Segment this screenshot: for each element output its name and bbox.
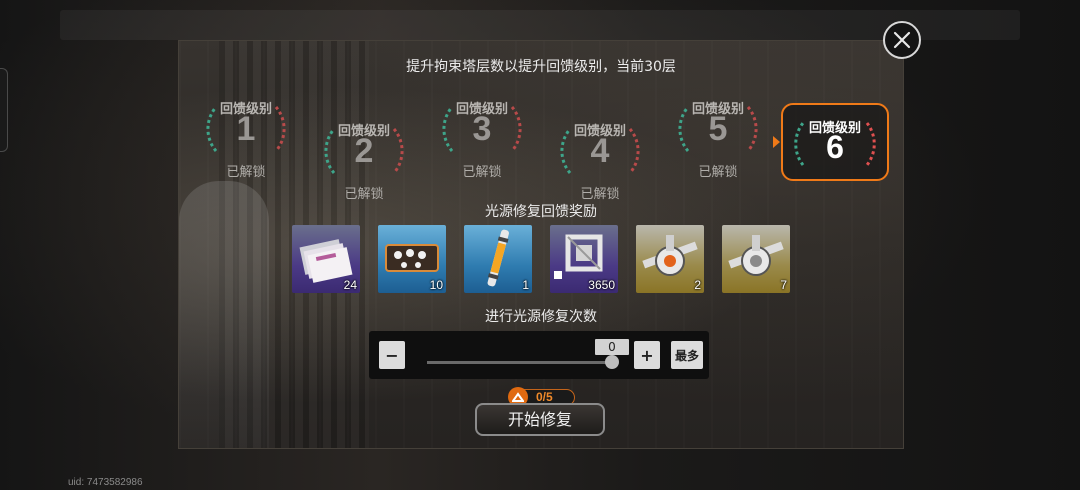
level-number: 4 bbox=[590, 132, 610, 170]
user-id-text: uid: 7473582986 bbox=[68, 477, 143, 488]
reward-quantity: 3650 bbox=[588, 278, 615, 292]
rewards-title: 光源修复回馈奖励 bbox=[485, 204, 597, 220]
max-button[interactable]: 最多 bbox=[671, 341, 703, 369]
feedback-level-2[interactable]: 回馈级别 2 已解锁 bbox=[309, 115, 419, 202]
level-number: 3 bbox=[472, 110, 492, 148]
reward-quantity: 10 bbox=[429, 278, 443, 292]
level-status: 已解锁 bbox=[462, 165, 502, 180]
level-number: 2 bbox=[354, 132, 374, 170]
current-level-pointer-icon bbox=[773, 136, 780, 148]
repair-count-stepper: − 0 + 最多 bbox=[369, 331, 709, 379]
level-gauge: 回馈级别 2 bbox=[322, 115, 406, 185]
feedback-level-4[interactable]: 回馈级别 4 已解锁 bbox=[545, 115, 655, 202]
reward-item-3[interactable]: 1 bbox=[464, 225, 532, 293]
level-status: 已解锁 bbox=[226, 165, 266, 180]
screen: 提升拘束塔层数以提升回馈级别，当前30层 回馈级别 1 已解锁 回馈级别 2 已… bbox=[0, 0, 1080, 490]
slider-value: 0 bbox=[595, 339, 629, 355]
repair-dialog: 提升拘束塔层数以提升回馈级别，当前30层 回馈级别 1 已解锁 回馈级别 2 已… bbox=[178, 40, 904, 449]
start-repair-button[interactable]: 开始修复 bbox=[475, 403, 605, 436]
reward-quantity: 24 bbox=[343, 278, 357, 292]
level-number: 6 bbox=[826, 129, 844, 165]
level-gauge: 回馈级别 6 bbox=[781, 103, 889, 181]
slider-track[interactable] bbox=[427, 361, 613, 364]
dialog-header: 提升拘束塔层数以提升回馈级别，当前30层 bbox=[406, 59, 676, 75]
reward-quantity: 2 bbox=[694, 278, 701, 292]
reward-item-4[interactable]: 3650 bbox=[550, 225, 618, 293]
level-number: 5 bbox=[708, 110, 728, 148]
feedback-level-5[interactable]: 回馈级别 5 已解锁 bbox=[663, 93, 773, 180]
level-status: 已解锁 bbox=[580, 187, 620, 202]
slider-handle[interactable] bbox=[605, 355, 619, 369]
repair-count-title: 进行光源修复次数 bbox=[485, 309, 597, 325]
feedback-level-3[interactable]: 回馈级别 3 已解锁 bbox=[427, 93, 537, 180]
level-gauge: 回馈级别 1 bbox=[204, 93, 288, 163]
side-edge-tab[interactable] bbox=[0, 68, 8, 152]
background-bar bbox=[60, 10, 1020, 40]
level-gauge: 回馈级别 3 bbox=[440, 93, 524, 163]
reward-quantity: 7 bbox=[780, 278, 787, 292]
reward-item-1[interactable]: 24 bbox=[292, 225, 360, 293]
level-status: 已解锁 bbox=[344, 187, 384, 202]
reward-item-2[interactable]: 10 bbox=[378, 225, 446, 293]
close-button[interactable] bbox=[883, 21, 921, 59]
feedback-level-6-current[interactable]: 回馈级别 6 bbox=[780, 103, 890, 181]
close-icon bbox=[893, 31, 911, 49]
level-gauge: 回馈级别 4 bbox=[558, 115, 642, 185]
level-status: 已解锁 bbox=[698, 165, 738, 180]
level-gauge: 回馈级别 5 bbox=[676, 93, 760, 163]
minus-button[interactable]: − bbox=[379, 341, 405, 369]
plus-button[interactable]: + bbox=[634, 341, 660, 369]
reward-quantity: 1 bbox=[522, 278, 529, 292]
reward-item-6[interactable]: 7 bbox=[722, 225, 790, 293]
feedback-level-1[interactable]: 回馈级别 1 已解锁 bbox=[191, 93, 301, 180]
reward-item-5[interactable]: 2 bbox=[636, 225, 704, 293]
level-number: 1 bbox=[236, 110, 256, 148]
